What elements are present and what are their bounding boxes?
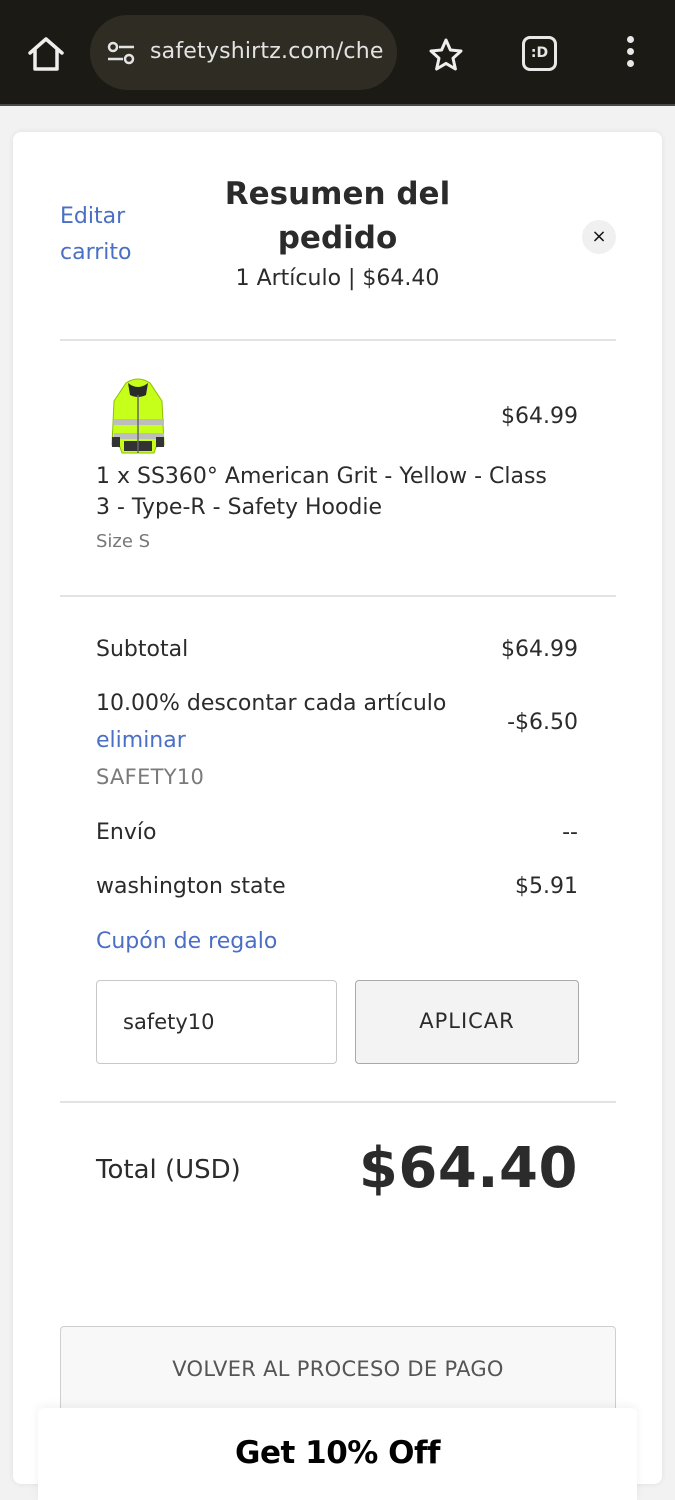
shipping-label: Envío — [96, 820, 157, 845]
site-settings-icon[interactable] — [106, 41, 136, 65]
address-bar[interactable]: safetyshirtz.com/che — [90, 15, 397, 90]
divider — [60, 339, 616, 341]
page-title: Resumen del pedido — [224, 176, 451, 256]
shipping-value: -- — [562, 820, 578, 845]
product-image — [110, 375, 166, 461]
order-count-total: 1 Artículo | $64.40 — [235, 266, 440, 291]
discount-code: SAFETY10 — [96, 765, 205, 789]
edit-cart-link[interactable]: Editar carrito — [60, 199, 170, 271]
coupon-input[interactable] — [96, 980, 337, 1064]
subtotal-value: $64.99 — [501, 637, 578, 662]
divider — [60, 1101, 616, 1103]
gift-coupon-link[interactable]: Cupón de regalo — [96, 929, 277, 954]
home-icon[interactable] — [24, 32, 68, 76]
subtotal-label: Subtotal — [96, 637, 189, 662]
discount-label: 10.00% descontar cada artículo — [96, 691, 447, 716]
product-size: Size S — [96, 531, 151, 552]
close-button[interactable]: × — [582, 220, 616, 254]
promo-banner[interactable]: Get 10% Off — [38, 1408, 637, 1500]
url-text[interactable]: safetyshirtz.com/che — [150, 39, 395, 64]
tab-switcher-button[interactable]: :D — [522, 36, 557, 71]
product-name: 1 x SS360° American Grit - Yellow - Clas… — [96, 464, 547, 520]
bookmark-star-icon[interactable] — [427, 36, 465, 74]
tax-label: washington state — [96, 874, 286, 899]
order-summary-card — [13, 132, 662, 1484]
more-options-icon[interactable] — [618, 36, 642, 72]
discount-value: -$6.50 — [507, 710, 578, 735]
total-label: Total (USD) — [96, 1155, 241, 1185]
apply-coupon-button[interactable]: APLICAR — [355, 980, 579, 1064]
back-to-checkout-button[interactable]: VOLVER AL PROCESO DE PAGO — [60, 1326, 616, 1414]
total-value: $64.40 — [358, 1136, 578, 1201]
product-price: $64.99 — [501, 404, 578, 429]
divider — [60, 595, 616, 597]
browser-toolbar: safetyshirtz.com/che :D — [0, 0, 675, 106]
remove-discount-link[interactable]: eliminar — [96, 728, 186, 753]
tax-value: $5.91 — [515, 874, 578, 899]
